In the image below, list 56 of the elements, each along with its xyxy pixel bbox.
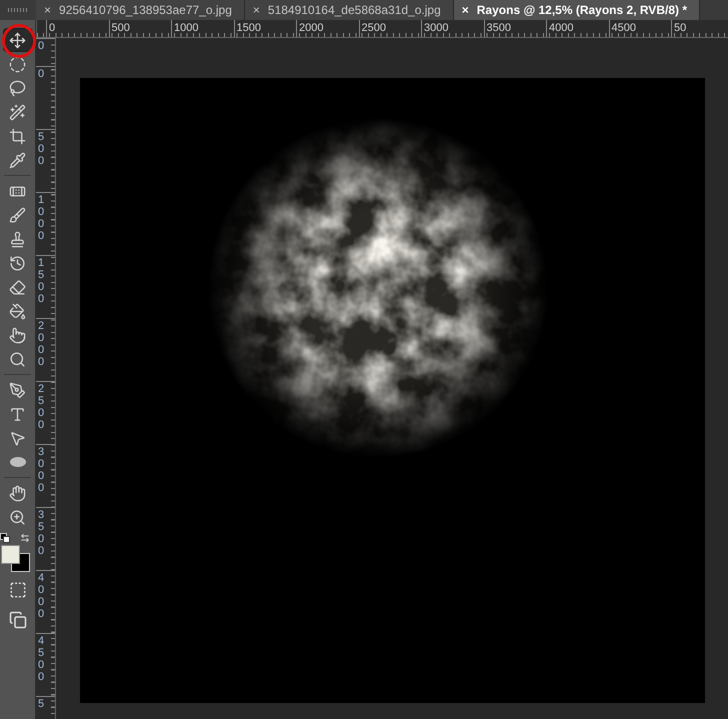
- ruler-label: 2000: [38, 320, 46, 368]
- panel-grip[interactable]: [8, 8, 28, 12]
- paint-bucket-icon: [9, 302, 26, 320]
- pen-icon: [9, 382, 26, 398]
- type-icon: [9, 406, 26, 422]
- tab-close-button[interactable]: ×: [44, 1, 52, 19]
- finger-icon: [9, 326, 26, 344]
- document-tab[interactable]: × Rayons @ 12,5% (Rayons 2, RVB/8) *: [454, 0, 700, 20]
- ruler-label: 4500: [38, 635, 46, 683]
- tab-title: 9256410796_138953ae77_o.jpg: [59, 2, 232, 19]
- ruler-label: 3500: [486, 22, 511, 34]
- default-colors-icon[interactable]: [0, 533, 10, 543]
- magic-wand-icon: [9, 104, 26, 120]
- ruler-label: 3000: [38, 446, 46, 494]
- ruler-label: 4000: [38, 572, 46, 620]
- ruler-label: 50: [674, 22, 686, 34]
- eyedropper-icon: [9, 152, 26, 168]
- dashed-circle-icon: [9, 56, 26, 72]
- foreground-color-swatch[interactable]: [1, 545, 20, 564]
- ruler-label: 0: [38, 68, 46, 80]
- ruler-label: 1000: [38, 194, 46, 242]
- lasso-icon: [9, 80, 26, 96]
- ellipse-icon: [8, 456, 26, 468]
- move-icon: [9, 32, 26, 48]
- ruler-label: 2000: [299, 22, 324, 34]
- ruler-label: 4000: [549, 22, 574, 34]
- document-tab[interactable]: × 5184910164_de5868a31d_o.jpg: [244, 0, 454, 20]
- ruler-label: 500: [38, 131, 46, 167]
- tab-title: Rayons @ 12,5% (Rayons 2, RVB/8) *: [476, 2, 687, 19]
- stamp-icon: [9, 230, 26, 248]
- brush-icon: [9, 206, 26, 224]
- swap-colors-icon[interactable]: [20, 533, 30, 543]
- ruler-label: 3000: [424, 22, 448, 34]
- ruler-label: 4500: [612, 22, 636, 34]
- document-tab[interactable]: × 9256410796_138953ae77_o.jpg: [36, 0, 245, 20]
- tab-title: 5184910164_de5868a31d_o.jpg: [268, 2, 441, 19]
- ruler-label: 5: [38, 698, 46, 710]
- ruler-label: 500: [112, 22, 130, 34]
- zoom-icon: [9, 508, 26, 526]
- crop-icon: [9, 128, 26, 144]
- arrow-pointer-icon: [9, 430, 26, 446]
- quick-mask-icon[interactable]: [8, 581, 26, 599]
- ruler-label: 1500: [38, 257, 46, 305]
- ruler-label: 2500: [38, 383, 46, 431]
- hand-icon: [9, 484, 26, 502]
- tab-close-button[interactable]: ×: [252, 1, 260, 19]
- ruler-label: 2500: [362, 22, 386, 34]
- background-color-swatch[interactable]: [11, 553, 30, 572]
- ruler-label: 3500: [38, 509, 46, 557]
- ruler-label: 1000: [174, 22, 198, 34]
- ruler-label: 0: [38, 40, 46, 52]
- ruler-label: 1500: [236, 22, 261, 34]
- ruler-label: 0: [49, 22, 56, 34]
- tab-close-button[interactable]: ×: [462, 1, 469, 19]
- screen-mode-icon[interactable]: [8, 611, 26, 629]
- eraser-icon: [9, 278, 26, 296]
